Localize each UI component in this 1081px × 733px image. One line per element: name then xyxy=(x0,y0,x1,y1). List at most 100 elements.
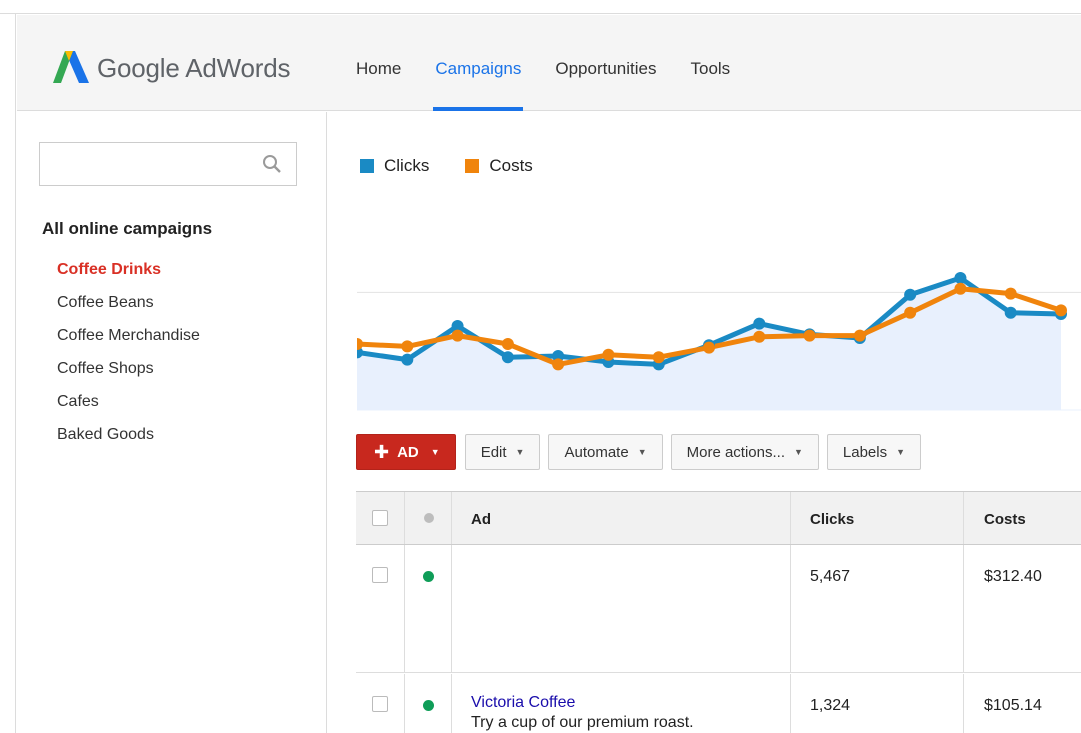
costs-data-point xyxy=(652,351,665,364)
add-ad-label: AD xyxy=(397,443,419,461)
column-divider xyxy=(451,545,452,672)
plus-icon: ✚ xyxy=(374,441,390,462)
campaign-item-coffee-beans[interactable]: Coffee Beans xyxy=(57,294,200,327)
ad-description: Try a cup of our premium roast. xyxy=(471,714,694,731)
nav-tools[interactable]: Tools xyxy=(690,59,730,111)
column-divider xyxy=(404,545,405,672)
column-divider xyxy=(451,492,452,544)
clicks-data-point xyxy=(501,351,514,364)
column-divider xyxy=(790,674,791,733)
nav-opportunities[interactable]: Opportunities xyxy=(555,59,656,111)
table-row: 5,467 $312.40 xyxy=(356,545,1081,673)
clicks-data-point xyxy=(753,317,766,330)
costs-data-point xyxy=(552,358,565,371)
campaign-item-baked-goods[interactable]: Baked Goods xyxy=(57,426,200,459)
costs-data-point xyxy=(451,329,464,342)
costs-data-point xyxy=(602,348,615,361)
adwords-logo-icon[interactable] xyxy=(51,49,91,85)
ad-title-link[interactable]: Victoria Coffee xyxy=(471,694,694,712)
costs-data-point xyxy=(1055,304,1067,317)
campaign-item-coffee-drinks[interactable]: Coffee Drinks xyxy=(57,261,200,294)
select-all-checkbox[interactable] xyxy=(372,510,388,526)
performance-chart xyxy=(357,272,1081,411)
column-divider xyxy=(404,674,405,733)
ads-table: Ad Clicks Costs 5,467 $312.40 Victoria C… xyxy=(356,491,1081,733)
add-ad-button[interactable]: ✚ AD ▼ xyxy=(356,434,456,470)
column-divider xyxy=(451,674,452,733)
column-divider xyxy=(404,492,405,544)
campaign-sidebar: All online campaigns Coffee Drinks Coffe… xyxy=(17,112,327,733)
nav-home[interactable]: Home xyxy=(356,59,401,111)
labels-label: Labels xyxy=(842,443,888,461)
costs-data-point xyxy=(357,338,363,350)
costs-data-point xyxy=(803,329,816,342)
costs-data-point xyxy=(853,329,866,342)
table-row: Victoria Coffee Try a cup of our premium… xyxy=(356,674,1081,733)
automate-dropdown[interactable]: Automate ▼ xyxy=(548,434,663,470)
clicks-cell: 1,324 xyxy=(810,697,851,714)
costs-data-point xyxy=(753,330,766,343)
labels-dropdown[interactable]: Labels ▼ xyxy=(826,434,922,470)
legend-costs[interactable]: Costs xyxy=(465,156,533,176)
campaign-item-coffee-shops[interactable]: Coffee Shops xyxy=(57,360,200,393)
column-divider xyxy=(790,545,791,672)
caret-down-icon: ▼ xyxy=(793,447,803,457)
all-campaigns-heading[interactable]: All online campaigns xyxy=(42,219,212,239)
column-divider xyxy=(790,492,791,544)
edit-label: Edit xyxy=(480,443,507,461)
window-left-border xyxy=(0,14,16,733)
costs-data-point xyxy=(703,341,715,354)
main-nav: Home Campaigns Opportunities Tools xyxy=(356,59,764,111)
clicks-data-point xyxy=(1004,306,1017,319)
costs-data-point xyxy=(954,282,967,295)
automate-label: Automate xyxy=(564,443,629,461)
ads-toolbar: ✚ AD ▼ Edit ▼ Automate ▼ More actions...… xyxy=(356,434,929,470)
column-divider xyxy=(963,492,964,544)
edit-dropdown[interactable]: Edit ▼ xyxy=(464,434,541,470)
clicks-data-point xyxy=(904,288,917,301)
caret-down-icon: ▼ xyxy=(637,447,647,457)
more-actions-label: More actions... xyxy=(686,443,785,461)
legend-swatch-costs xyxy=(465,159,480,173)
nav-campaigns[interactable]: Campaigns xyxy=(433,59,524,111)
chart-legend: Clicks Costs xyxy=(360,156,569,176)
costs-cell: $312.40 xyxy=(984,568,1042,585)
caret-down-icon: ▼ xyxy=(515,447,525,457)
costs-data-point xyxy=(904,306,917,319)
main-content: Clicks Costs ✚ AD ▼ Edit ▼ Automate ▼ Mo… xyxy=(328,112,1081,733)
app-header: Google AdWords Home Campaigns Opportunit… xyxy=(17,15,1081,111)
window-top-border xyxy=(0,0,1081,14)
column-divider xyxy=(963,674,964,733)
legend-label-costs: Costs xyxy=(489,156,533,175)
legend-swatch-clicks xyxy=(360,159,374,173)
column-header-costs[interactable]: Costs xyxy=(984,511,1026,528)
row-checkbox[interactable] xyxy=(372,696,388,712)
column-divider xyxy=(963,545,964,672)
caret-down-icon: ▼ xyxy=(896,447,906,457)
costs-cell: $105.14 xyxy=(984,697,1042,714)
costs-data-point xyxy=(501,338,514,350)
campaign-search-input[interactable] xyxy=(39,142,297,186)
column-header-clicks[interactable]: Clicks xyxy=(810,511,854,528)
status-enabled-dot xyxy=(423,571,434,582)
legend-clicks[interactable]: Clicks xyxy=(360,156,429,176)
ad-cell: Victoria Coffee Try a cup of our premium… xyxy=(471,694,694,732)
brand-name: Google AdWords xyxy=(97,53,291,83)
status-header-dot[interactable] xyxy=(424,513,434,523)
more-actions-dropdown[interactable]: More actions... ▼ xyxy=(670,434,819,470)
column-header-ad[interactable]: Ad xyxy=(471,511,491,528)
campaign-item-coffee-merchandise[interactable]: Coffee Merchandise xyxy=(57,327,200,360)
caret-down-icon: ▼ xyxy=(430,447,440,457)
clicks-data-point xyxy=(401,353,414,366)
status-enabled-dot xyxy=(423,700,434,711)
clicks-data-point xyxy=(954,272,967,284)
search-icon[interactable] xyxy=(262,154,282,174)
table-header-row: Ad Clicks Costs xyxy=(356,492,1081,545)
campaign-list: Coffee Drinks Coffee Beans Coffee Mercha… xyxy=(57,261,200,459)
legend-label-clicks: Clicks xyxy=(384,156,430,175)
campaign-item-cafes[interactable]: Cafes xyxy=(57,393,200,426)
clicks-cell: 5,467 xyxy=(810,568,851,585)
row-checkbox[interactable] xyxy=(372,567,388,583)
costs-data-point xyxy=(1004,287,1017,300)
costs-data-point xyxy=(401,340,414,353)
